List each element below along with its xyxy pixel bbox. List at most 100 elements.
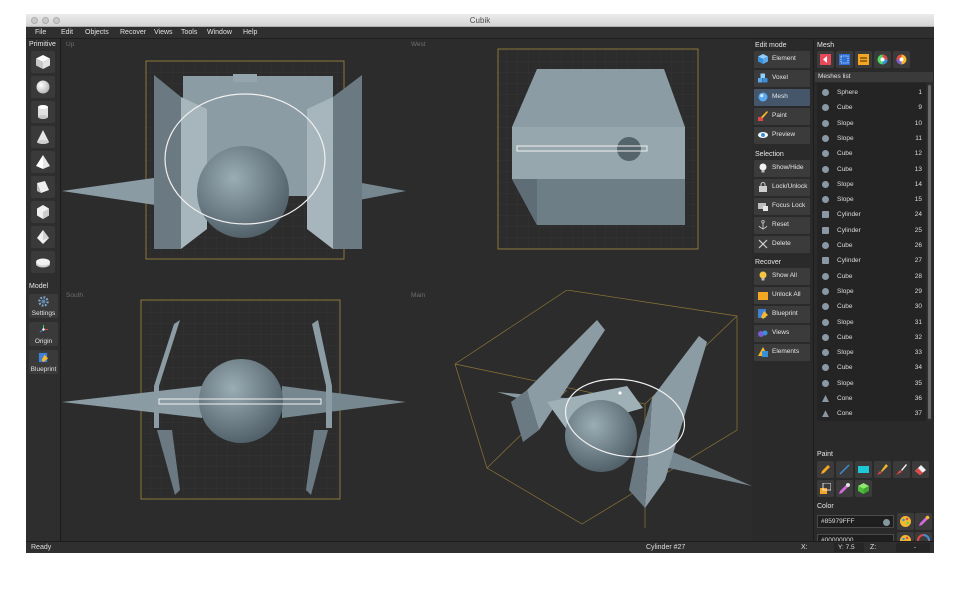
paint-mode-button[interactable]: Paint: [754, 108, 810, 125]
paint-tool-rect-button[interactable]: [855, 461, 872, 478]
mesh-item-id: 9: [918, 104, 922, 112]
paint-tool-brush-button[interactable]: [874, 461, 891, 478]
mesh-item-icon: [822, 242, 829, 249]
mesh-tool-2-button[interactable]: [836, 51, 853, 68]
viewport-west-label: West: [411, 41, 426, 48]
elements-button[interactable]: Elements: [754, 344, 810, 361]
viewport-south[interactable]: South: [62, 290, 406, 541]
mesh-list-item[interactable]: Cube 9: [817, 100, 926, 115]
primitive-slope-button[interactable]: [31, 176, 55, 198]
mesh-mode-label: Mesh: [772, 93, 788, 100]
paint-cube-icon: [858, 483, 869, 494]
element-mode-button[interactable]: Element: [754, 51, 810, 68]
paint-tool-cube-button[interactable]: [855, 480, 872, 497]
menu-file[interactable]: File: [35, 29, 46, 36]
settings-button[interactable]: Settings: [29, 294, 58, 318]
mesh-item-name: Slope: [837, 287, 854, 295]
lock-unlock-button[interactable]: Lock/Unlock: [754, 179, 810, 196]
blueprint-recover-button[interactable]: Blueprint: [754, 306, 810, 323]
views-button[interactable]: Views: [754, 325, 810, 342]
mesh-list-item[interactable]: Cone 36: [817, 391, 926, 406]
mode-panel: Edit mode Element Voxel Mesh Paint Previ…: [752, 39, 813, 541]
recover-label: Recover: [755, 259, 782, 266]
mesh-list-item[interactable]: Slope 29: [817, 284, 926, 299]
focus-lock-button[interactable]: Focus Lock: [754, 198, 810, 215]
eraser-icon: [915, 465, 926, 475]
primitive-pyramid-button[interactable]: [31, 151, 55, 173]
menu-recover[interactable]: Recover: [120, 29, 146, 36]
menu-objects[interactable]: Objects: [85, 29, 109, 36]
mesh-list-item[interactable]: Slope 10: [817, 116, 926, 131]
mesh-list-item[interactable]: Slope 35: [817, 376, 926, 391]
primary-color-field[interactable]: #85979FFF: [817, 515, 894, 528]
settings-label: Settings: [31, 310, 56, 317]
main-view-scene: [454, 290, 752, 528]
primary-palette-button[interactable]: [897, 513, 914, 530]
delete-button[interactable]: Delete: [754, 236, 810, 253]
paint-tool-eraser-button[interactable]: [912, 461, 929, 478]
primary-picker-button[interactable]: [915, 513, 932, 530]
show-all-button[interactable]: Show All: [754, 268, 810, 285]
voxel-mode-label: Voxel: [772, 74, 788, 81]
mesh-list-item[interactable]: Cube 13: [817, 162, 926, 177]
paint-tool-picker-button[interactable]: [836, 480, 853, 497]
mesh-item-id: 15: [914, 196, 922, 204]
mesh-list-item[interactable]: Cube 26: [817, 238, 926, 253]
mesh-tool-1-button[interactable]: [817, 51, 834, 68]
mesh-tool-4-button[interactable]: [874, 51, 891, 68]
viewport-main[interactable]: Main: [407, 290, 752, 541]
menu-tools[interactable]: Tools: [181, 29, 197, 36]
primitive-cube-button[interactable]: [31, 51, 55, 73]
unlock-all-button[interactable]: Unlock All: [754, 287, 810, 304]
mesh-tool-5-button[interactable]: [893, 51, 910, 68]
voxel-mode-button[interactable]: Voxel: [754, 70, 810, 87]
mesh-list-item[interactable]: Cube 28: [817, 269, 926, 284]
preview-mode-button[interactable]: Preview: [754, 127, 810, 144]
paint-tool-pencil-button[interactable]: [817, 461, 834, 478]
mesh-list-item[interactable]: Slope 33: [817, 345, 926, 360]
mesh-list-item[interactable]: Sphere 1: [817, 85, 926, 100]
paint-tool-line-button[interactable]: [836, 461, 853, 478]
primitive-sphere-button[interactable]: [31, 76, 55, 98]
paint-tool-fill-button[interactable]: [893, 461, 910, 478]
menu-help[interactable]: Help: [243, 29, 257, 36]
mesh-item-icon: [822, 303, 829, 311]
primitive-hexagon-button[interactable]: [31, 201, 55, 223]
primitive-cone-button[interactable]: [31, 126, 55, 148]
primitive-disc-button[interactable]: [31, 251, 55, 273]
mesh-list-item[interactable]: Slope 15: [817, 192, 926, 207]
viewport-west[interactable]: West: [407, 39, 752, 289]
show-hide-button[interactable]: Show/Hide: [754, 160, 810, 177]
paint-tool-select-button[interactable]: [817, 480, 834, 497]
primitive-octahedron-button[interactable]: [31, 226, 55, 248]
primitive-cylinder-button[interactable]: [31, 101, 55, 123]
mesh-mode-button[interactable]: Mesh: [754, 89, 810, 106]
viewport-up[interactable]: Up: [62, 39, 406, 289]
mesh-list-item[interactable]: Cylinder 25: [817, 223, 926, 238]
up-view-scene: [62, 60, 406, 260]
mesh-tool-3-button[interactable]: [855, 51, 872, 68]
cone-icon: [37, 130, 49, 144]
mesh-item-name: Cylinder: [837, 226, 861, 234]
mesh-list-item[interactable]: Cylinder 27: [817, 253, 926, 268]
mesh-list-item[interactable]: Cone 37: [817, 406, 926, 421]
mesh-list-item[interactable]: Slope 14: [817, 177, 926, 192]
meshes-list-scroll-thumb[interactable]: [928, 85, 931, 419]
mesh-list-item[interactable]: Cube 30: [817, 299, 926, 314]
reset-button[interactable]: Reset: [754, 217, 810, 234]
mesh-list-item[interactable]: Cylinder 24: [817, 207, 926, 222]
menu-edit[interactable]: Edit: [61, 29, 73, 36]
meshes-list[interactable]: Sphere 1 Cube 9 Slope 10 Slope 11 Cube 12 Cube 13 Sl…: [817, 83, 926, 421]
mesh-list-item[interactable]: Cube 32: [817, 330, 926, 345]
mesh-list-item[interactable]: Slope 31: [817, 315, 926, 330]
status-ready: Ready: [31, 544, 52, 551]
blueprint-button[interactable]: Blueprint: [29, 350, 58, 374]
paint-mode-label: Paint: [772, 112, 787, 119]
menu-views[interactable]: Views: [154, 29, 173, 36]
mesh-list-item[interactable]: Cube 12: [817, 146, 926, 161]
mesh-list-item[interactable]: Slope 11: [817, 131, 926, 146]
menu-window[interactable]: Window: [207, 29, 232, 36]
mesh-item-name: Cube: [837, 242, 853, 249]
origin-button[interactable]: Origin: [29, 322, 58, 346]
mesh-list-item[interactable]: Cube 34: [817, 360, 926, 375]
